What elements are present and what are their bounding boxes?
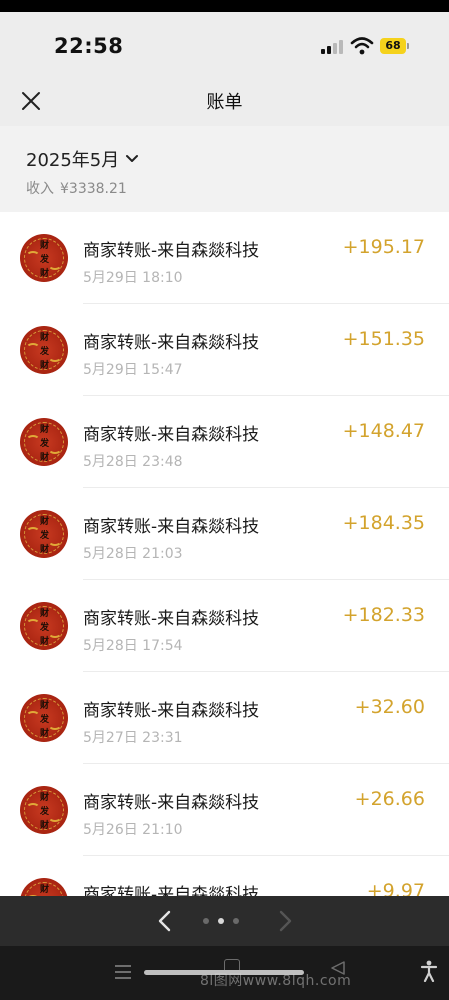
- transaction-date: 5月27日 23:31: [83, 730, 183, 746]
- merchant-avatar: 财发财: [20, 326, 68, 374]
- transaction-title: 商家转账-来自森燚科技: [83, 885, 260, 896]
- page-title: 账单: [206, 92, 243, 113]
- page-dot: [203, 918, 209, 924]
- wifi-icon: [350, 37, 374, 55]
- transaction-title: 商家转账-来自森燚科技: [83, 517, 260, 537]
- merchant-avatar: 财发财: [20, 602, 68, 650]
- transaction-title: 商家转账-来自森燚科技: [83, 793, 260, 813]
- merchant-avatar: 财发财: [20, 786, 68, 834]
- avatar-char-middle: 发: [40, 807, 50, 817]
- transaction-title: 商家转账-来自森燚科技: [83, 333, 260, 353]
- transaction-date: 5月26日 21:10: [83, 822, 183, 838]
- income-summary: 收入 ¥3338.21: [26, 178, 127, 198]
- transaction-title: 商家转账-来自森燚科技: [83, 241, 260, 261]
- watermark: 8l图网www.8lqh.com: [200, 973, 352, 989]
- merchant-avatar: 财发财: [20, 878, 68, 896]
- avatar-char-bottom: 财: [40, 821, 50, 831]
- avatar-char-middle: 发: [40, 347, 50, 357]
- avatar-char-top: 财: [40, 885, 50, 895]
- forward-arrow-icon[interactable]: [276, 910, 294, 932]
- page-indicator: [203, 918, 248, 924]
- avatar-char-top: 财: [40, 333, 50, 343]
- avatar-char-top: 财: [40, 241, 50, 251]
- transaction-list: 财发财商家转账-来自森燚科技 5月29日 18:10 +195.17 财发财商家转账-…: [0, 212, 449, 896]
- accessibility-icon[interactable]: [420, 960, 438, 982]
- transaction-title: 商家转账-来自森燚科技: [83, 609, 260, 629]
- transaction-date: 5月29日 15:47: [83, 362, 183, 378]
- merchant-avatar: 财发财: [20, 234, 68, 282]
- bottom-bar: 8l图网www.8lqh.com: [0, 896, 449, 1000]
- transaction-title: 商家转账-来自森燚科技: [83, 701, 260, 721]
- transaction-amount: +184.35: [342, 512, 425, 534]
- month-picker[interactable]: 2025年5月: [26, 146, 139, 172]
- transaction-amount: +32.60: [354, 696, 425, 718]
- merchant-avatar: 财发财: [20, 510, 68, 558]
- month-label: 2025年5月: [26, 150, 120, 171]
- avatar-char-middle: 发: [40, 531, 50, 541]
- avatar-char-top: 财: [40, 701, 50, 711]
- transaction-row[interactable]: 财发财商家转账-来自森燚科技 5月28日 21:03 +184.35: [0, 488, 449, 580]
- status-bar: 22:58 68: [0, 12, 449, 78]
- battery-level: 68: [385, 39, 401, 52]
- avatar-char-middle: 发: [40, 623, 50, 633]
- transaction-amount: +9.97: [366, 880, 425, 896]
- transaction-title: 商家转账-来自森燚科技: [83, 425, 260, 445]
- transaction-row[interactable]: 财发财商家转账-来自森燚科技 5月28日 23:48 +148.47: [0, 396, 449, 488]
- transaction-date: 5月28日 21:03: [83, 546, 183, 562]
- chevron-down-icon: [126, 155, 139, 162]
- transaction-row[interactable]: 财发财商家转账-来自森燚科技 5月29日 18:10 +195.17: [0, 212, 449, 304]
- transaction-row[interactable]: 财发财 商家转账-来自森燚科技 +9.97: [0, 856, 449, 896]
- month-summary: 2025年5月 收入 ¥3338.21: [0, 126, 449, 212]
- avatar-char-bottom: 财: [40, 545, 50, 555]
- avatar-char-top: 财: [40, 517, 50, 527]
- avatar-char-bottom: 财: [40, 637, 50, 647]
- page-navigation: [0, 896, 449, 946]
- page-dot-active: [218, 918, 224, 924]
- avatar-char-middle: 发: [40, 715, 50, 725]
- transaction-row[interactable]: 财发财商家转账-来自森燚科技 5月27日 23:31 +32.60: [0, 672, 449, 764]
- income-label: 收入: [26, 181, 54, 197]
- avatar-char-bottom: 财: [40, 729, 50, 739]
- transaction-amount: +151.35: [342, 328, 425, 350]
- transaction-amount: +182.33: [342, 604, 425, 626]
- avatar-char-bottom: 财: [40, 453, 50, 463]
- transaction-row[interactable]: 财发财商家转账-来自森燚科技 5月28日 17:54 +182.33: [0, 580, 449, 672]
- avatar-char-top: 财: [40, 793, 50, 803]
- transaction-amount: +148.47: [342, 420, 425, 442]
- merchant-avatar: 财发财: [20, 418, 68, 466]
- cellular-signal-icon: [321, 40, 345, 54]
- transaction-date: 5月29日 18:10: [83, 270, 183, 286]
- transaction-amount: +195.17: [342, 236, 425, 258]
- menu-icon[interactable]: [114, 964, 132, 980]
- transaction-date: 5月28日 17:54: [83, 638, 183, 654]
- transaction-amount: +26.66: [354, 788, 425, 810]
- avatar-char-bottom: 财: [40, 269, 50, 279]
- battery-icon: 68: [380, 38, 410, 54]
- avatar-char-middle: 发: [40, 439, 50, 449]
- top-black-bar: [0, 0, 449, 12]
- transaction-row[interactable]: 财发财商家转账-来自森燚科技 5月29日 15:47 +151.35: [0, 304, 449, 396]
- avatar-char-top: 财: [40, 609, 50, 619]
- merchant-avatar: 财发财: [20, 694, 68, 742]
- nav-bar: 账单: [0, 78, 449, 126]
- avatar-char-top: 财: [40, 425, 50, 435]
- page-dot: [233, 918, 239, 924]
- avatar-char-middle: 发: [40, 255, 50, 265]
- transaction-row[interactable]: 财发财商家转账-来自森燚科技 5月26日 21:10 +26.66: [0, 764, 449, 856]
- back-arrow-icon[interactable]: [156, 910, 174, 932]
- income-amount: ¥3338.21: [60, 181, 127, 197]
- status-time: 22:58: [54, 34, 124, 58]
- system-navigation: 8l图网www.8lqh.com: [0, 946, 449, 1000]
- avatar-char-bottom: 财: [40, 361, 50, 371]
- transaction-date: 5月28日 23:48: [83, 454, 183, 470]
